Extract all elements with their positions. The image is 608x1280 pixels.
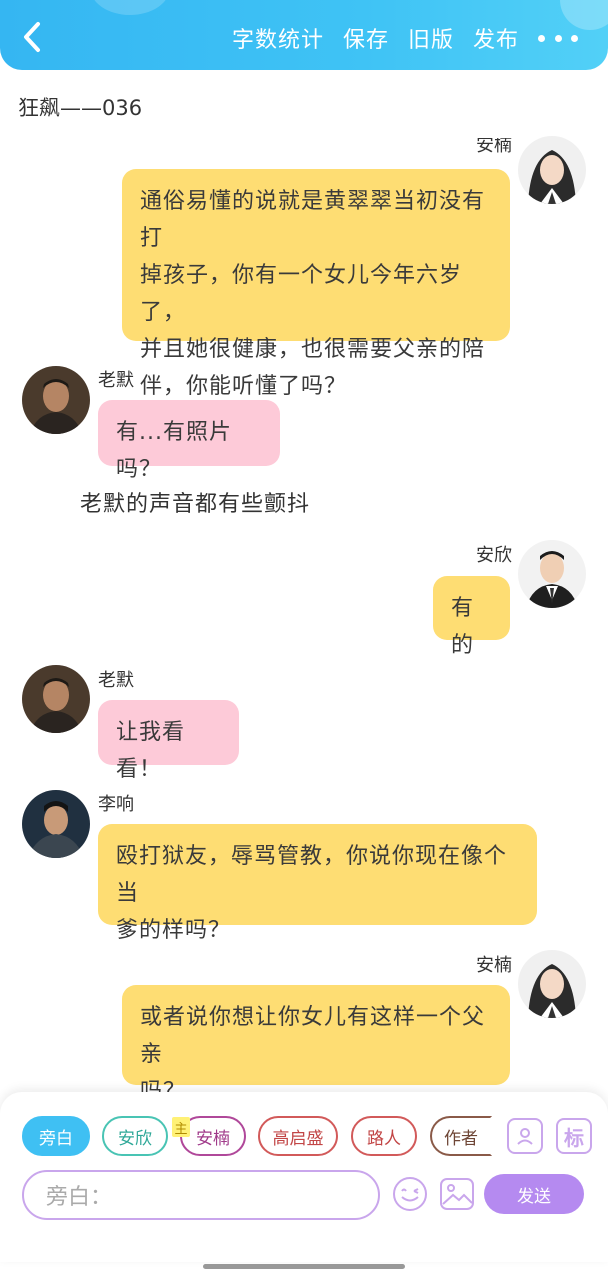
message-line: 殴打狱友，辱骂管教，你说你现在像个当 xyxy=(116,844,508,906)
message-line: 并且她很健康，也很需要父亲的陪 xyxy=(140,337,486,362)
image-icon[interactable] xyxy=(439,1176,475,1212)
avatar-laomo[interactable] xyxy=(22,366,90,434)
back-icon[interactable] xyxy=(18,20,48,54)
message-bubble[interactable]: 有的 xyxy=(433,576,510,658)
main-role-badge: 主 xyxy=(172,1117,190,1137)
speaker-name: 安楠 xyxy=(476,955,512,976)
save-button[interactable]: 保存 xyxy=(343,22,389,54)
avatar-annan[interactable] xyxy=(518,950,586,1018)
speaker-name: 老默 xyxy=(98,370,134,391)
header-decoration xyxy=(90,0,170,15)
message-bubble[interactable]: 让我看看！ xyxy=(98,700,239,782)
send-button[interactable]: 发送 xyxy=(484,1174,584,1214)
speaker-name: 老默 xyxy=(98,670,134,691)
speaker-name: 安楠 xyxy=(476,138,512,156)
avatar-annan[interactable] xyxy=(518,136,586,204)
avatar-lixiang[interactable] xyxy=(22,790,90,858)
role-chip-passerby[interactable]: 路人 xyxy=(351,1116,417,1156)
mark-icon[interactable]: 标 xyxy=(556,1118,592,1154)
message-bubble[interactable]: 通俗易懂的说就是黄翠翠当初没有打 掉孩子，你有一个女儿今年六岁了， 并且她很健康… xyxy=(122,169,510,399)
message-line: 有...有照片吗？ xyxy=(116,420,232,482)
message-line: 掉孩子，你有一个女儿今年六岁了， xyxy=(140,263,463,325)
avatar-laomo[interactable] xyxy=(22,665,90,733)
top-bar: 字数统计 保存 旧版 发布 xyxy=(0,0,608,70)
avatar-anxin[interactable] xyxy=(518,540,586,608)
publish-button[interactable]: 发布 xyxy=(473,22,519,54)
emoji-icon[interactable] xyxy=(392,1176,428,1212)
message-line: 有的 xyxy=(451,596,475,658)
old-version-button[interactable]: 旧版 xyxy=(408,22,454,54)
speaker-name: 李响 xyxy=(98,794,134,815)
chapter-title[interactable]: 狂飙——036 xyxy=(18,92,142,122)
message-line: 通俗易懂的说就是黄翠翠当初没有打 xyxy=(140,189,486,251)
header-actions: 字数统计 保存 旧版 发布 xyxy=(232,18,608,58)
message-line: 或者说你想让你女儿有这样一个父亲 xyxy=(140,1005,486,1067)
message-bubble[interactable]: 殴打狱友，辱骂管教，你说你现在像个当 爹的样吗？ xyxy=(98,824,537,943)
message-line: 爹的样吗？ xyxy=(116,918,232,943)
role-chip-author[interactable]: 作者 xyxy=(430,1116,492,1156)
more-icon[interactable] xyxy=(538,23,578,53)
role-chip-gaoqisheng[interactable]: 高启盛 xyxy=(258,1116,338,1156)
person-card-icon[interactable] xyxy=(507,1118,543,1154)
input-placeholder: 旁白： xyxy=(46,1185,113,1210)
role-chip-narrator[interactable]: 旁白 xyxy=(22,1116,90,1156)
speaker-name: 安欣 xyxy=(476,545,512,566)
word-count-button[interactable]: 字数统计 xyxy=(232,22,324,54)
message-bubble[interactable]: 或者说你想让你女儿有这样一个父亲 吗？ xyxy=(122,985,510,1104)
role-chip-anxin[interactable]: 安欣 xyxy=(102,1116,168,1156)
message-line: 让我看看！ xyxy=(116,720,186,782)
message-bubble[interactable]: 有...有照片吗？ xyxy=(98,400,280,482)
home-indicator xyxy=(203,1264,405,1269)
narration-text[interactable]: 老默的声音都有些颤抖 xyxy=(80,486,310,518)
message-input[interactable]: 旁白： xyxy=(22,1170,380,1220)
